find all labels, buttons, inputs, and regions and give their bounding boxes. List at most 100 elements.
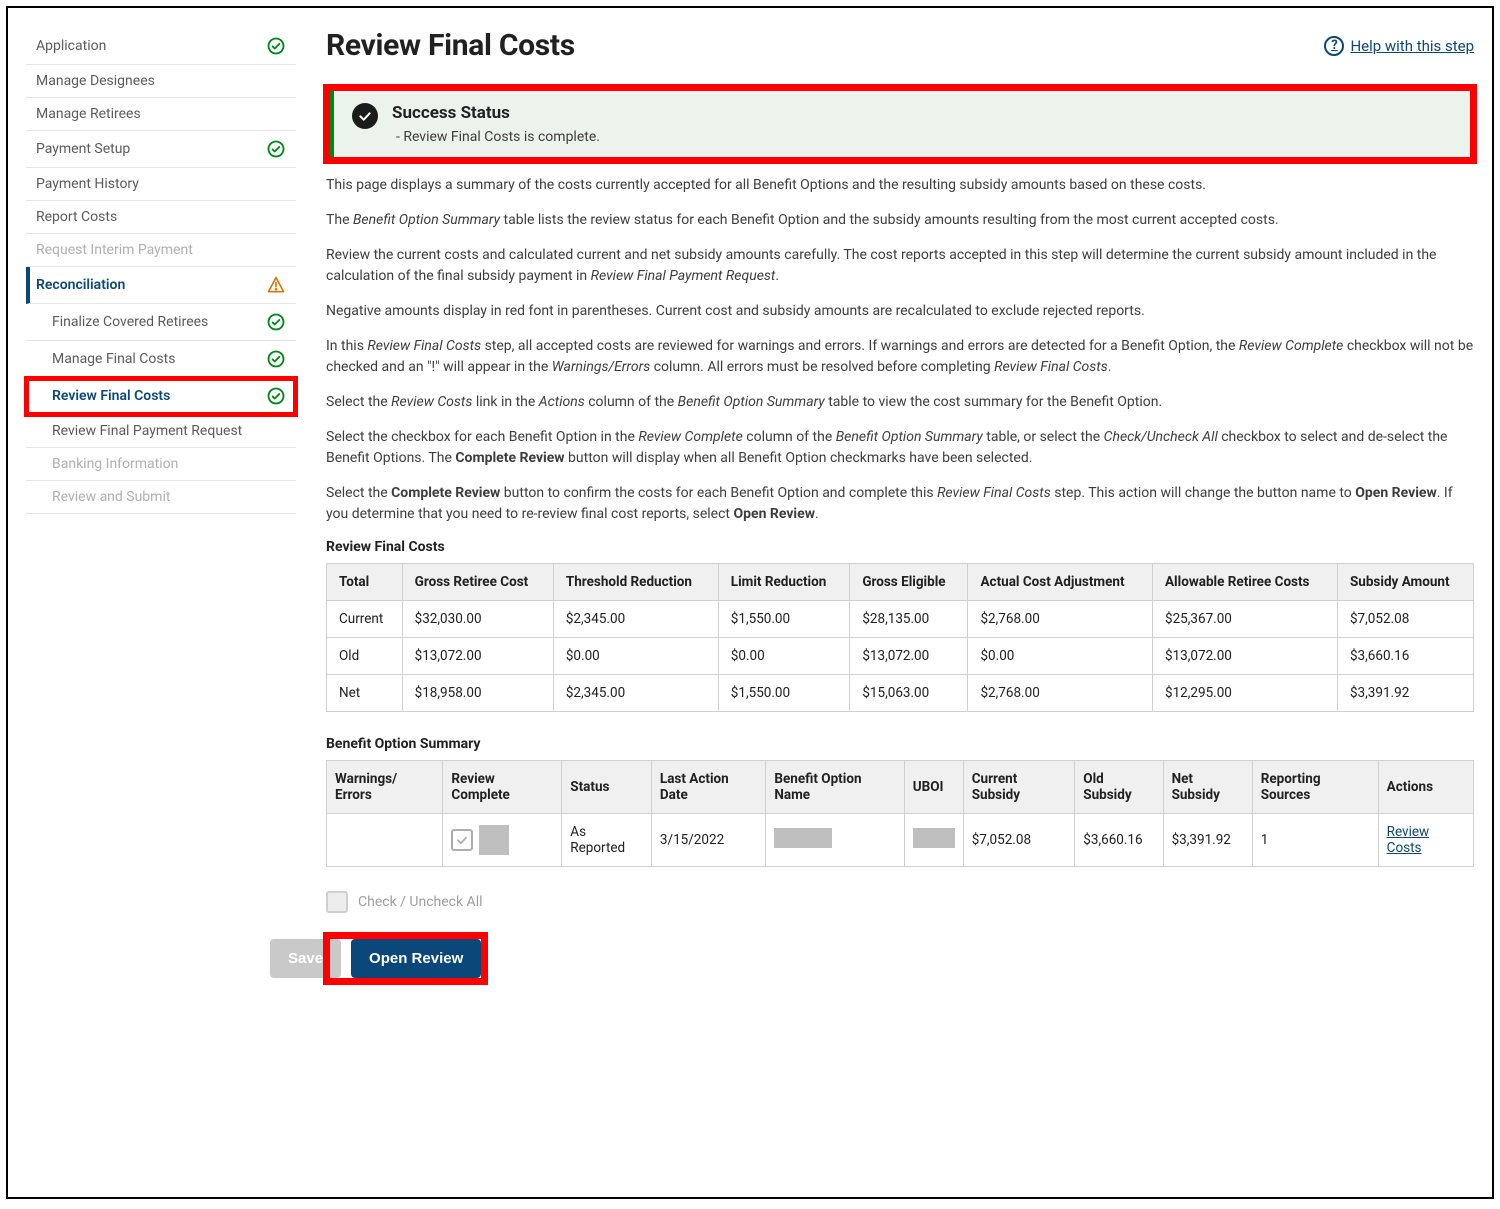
col-threshold-reduction: Threshold Reduction — [553, 564, 718, 601]
sidebar-item-label: Review Final Costs — [52, 388, 170, 404]
sidebar-item-label: Report Costs — [36, 209, 117, 225]
col-subsidy-amount: Subsidy Amount — [1337, 564, 1473, 601]
intro-p4: Negative amounts display in red font in … — [326, 301, 1474, 322]
sidebar-item-label: Payment History — [36, 176, 139, 192]
intro-p1: This page displays a summary of the cost… — [326, 175, 1474, 196]
sidebar-item-label: Reconciliation — [36, 277, 125, 293]
intro-p2: The Benefit Option Summary table lists t… — [326, 210, 1474, 231]
redacted-value — [913, 828, 955, 848]
col-limit-reduction: Limit Reduction — [718, 564, 850, 601]
intro-p6: Select the Review Costs link in the Acti… — [326, 392, 1474, 413]
sidebar-item-label: Manage Designees — [36, 73, 155, 89]
cell-status: As Reported — [562, 814, 652, 867]
main-content: Review Final Costs ? Help with this step… — [326, 28, 1474, 982]
sidebar-item-request-interim-payment: Request Interim Payment — [26, 234, 296, 267]
col-total: Total — [327, 564, 403, 601]
col-actions: Actions — [1378, 761, 1473, 814]
sidebar-item-review-final-costs[interactable]: Review Final Costs — [26, 378, 296, 415]
success-check-icon — [352, 103, 378, 129]
sidebar-item-label: Review Final Payment Request — [52, 423, 242, 439]
col-review-complete: Review Complete — [443, 761, 562, 814]
check-all-label: Check / Uncheck All — [358, 894, 483, 910]
col-allowable-retiree-costs: Allowable Retiree Costs — [1152, 564, 1337, 601]
sidebar-item-label: Request Interim Payment — [36, 242, 193, 258]
col-last-action-date: Last Action Date — [651, 761, 765, 814]
alert-item: Review Final Costs is complete. — [396, 129, 600, 145]
help-link-label: Help with this step — [1350, 37, 1474, 55]
check-circle-icon — [266, 386, 286, 406]
summary-table: Warnings/ Errors Review Complete Status … — [326, 760, 1474, 867]
intro-p3: Review the current costs and calculated … — [326, 245, 1474, 287]
sidebar-item-payment-setup[interactable]: Payment Setup — [26, 131, 296, 168]
sidebar-item-banking-information: Banking Information — [26, 448, 296, 481]
sidebar-item-report-costs[interactable]: Report Costs — [26, 201, 296, 234]
sidebar-item-manage-retirees[interactable]: Manage Retirees — [26, 98, 296, 131]
review-complete-checkbox[interactable] — [451, 829, 473, 851]
col-status: Status — [562, 761, 652, 814]
cell-date: 3/15/2022 — [651, 814, 765, 867]
save-button: Save — [270, 939, 341, 978]
alert-title: Success Status — [392, 103, 600, 123]
cell-uboi — [904, 814, 963, 867]
sidebar-item-label: Payment Setup — [36, 141, 130, 157]
cell-sources: 1 — [1252, 814, 1378, 867]
intro-p5: In this Review Final Costs step, all acc… — [326, 336, 1474, 378]
check-circle-icon — [266, 36, 286, 56]
open-review-button[interactable]: Open Review — [351, 939, 481, 978]
sidebar-item-label: Manage Retirees — [36, 106, 141, 122]
col-actual-cost-adjustment: Actual Cost Adjustment — [968, 564, 1153, 601]
table-row: Net $18,958.00 $2,345.00 $1,550.00 $15,0… — [327, 675, 1474, 712]
col-gross-eligible: Gross Eligible — [850, 564, 968, 601]
cell-net: $3,391.92 — [1163, 814, 1252, 867]
sidebar-item-label: Application — [36, 38, 106, 54]
costs-table: Total Gross Retiree Cost Threshold Reduc… — [326, 563, 1474, 712]
redacted-label — [479, 825, 509, 855]
sidebar-item-label: Manage Final Costs — [52, 351, 175, 367]
redacted-value — [774, 828, 832, 848]
sidebar-item-manage-final-costs[interactable]: Manage Final Costs — [26, 341, 296, 378]
check-circle-icon — [266, 312, 286, 332]
col-benefit-option-name: Benefit Option Name — [766, 761, 904, 814]
costs-table-title: Review Final Costs — [326, 539, 1474, 555]
col-uboi: UBOI — [904, 761, 963, 814]
table-row: Current $32,030.00 $2,345.00 $1,550.00 $… — [327, 601, 1474, 638]
sidebar-item-label: Review and Submit — [52, 489, 170, 505]
review-costs-link[interactable]: Review Costs — [1387, 824, 1430, 856]
check-uncheck-all-checkbox[interactable] — [326, 891, 348, 913]
cell-boname — [766, 814, 904, 867]
check-circle-icon — [266, 139, 286, 159]
cell-warnings — [327, 814, 443, 867]
sidebar-item-manage-designees[interactable]: Manage Designees — [26, 65, 296, 98]
sidebar-item-finalize-covered-retirees[interactable]: Finalize Covered Retirees — [26, 304, 296, 341]
sidebar-item-payment-history[interactable]: Payment History — [26, 168, 296, 201]
summary-table-title: Benefit Option Summary — [326, 736, 1474, 752]
table-row: As Reported 3/15/2022 $7,052.08 $3,660.1… — [327, 814, 1474, 867]
sidebar-item-reconciliation[interactable]: Reconciliation — [26, 267, 296, 304]
sidebar-item-label: Finalize Covered Retirees — [52, 314, 208, 330]
help-link[interactable]: ? Help with this step — [1324, 36, 1474, 56]
sidebar-item-application[interactable]: Application — [26, 28, 296, 65]
intro-p8: Select the Complete Review button to con… — [326, 483, 1474, 525]
cell-review-complete — [443, 814, 562, 867]
col-warnings-errors: Warnings/ Errors — [327, 761, 443, 814]
help-icon: ? — [1324, 36, 1344, 56]
page-title: Review Final Costs — [326, 28, 575, 63]
intro-p7: Select the checkbox for each Benefit Opt… — [326, 427, 1474, 469]
cell-old: $3,660.16 — [1075, 814, 1163, 867]
row-label: Old — [327, 638, 403, 675]
sidebar-item-review-and-submit: Review and Submit — [26, 481, 296, 514]
cell-current: $7,052.08 — [963, 814, 1075, 867]
check-circle-icon — [266, 349, 286, 369]
col-net-subsidy: Net Subsidy — [1163, 761, 1252, 814]
success-alert: Success Status Review Final Costs is com… — [326, 87, 1474, 161]
col-reporting-sources: Reporting Sources — [1252, 761, 1378, 814]
row-label: Current — [327, 601, 403, 638]
warning-triangle-icon — [266, 275, 286, 295]
sidebar-item-label: Banking Information — [52, 456, 178, 472]
row-label: Net — [327, 675, 403, 712]
col-gross-retiree-cost: Gross Retiree Cost — [402, 564, 553, 601]
sidebar-item-review-final-payment-request[interactable]: Review Final Payment Request — [26, 415, 296, 448]
col-current-subsidy: Current Subsidy — [963, 761, 1075, 814]
table-row: Old $13,072.00 $0.00 $0.00 $13,072.00 $0… — [327, 638, 1474, 675]
sidebar: Application Manage Designees Manage Reti… — [26, 28, 296, 982]
